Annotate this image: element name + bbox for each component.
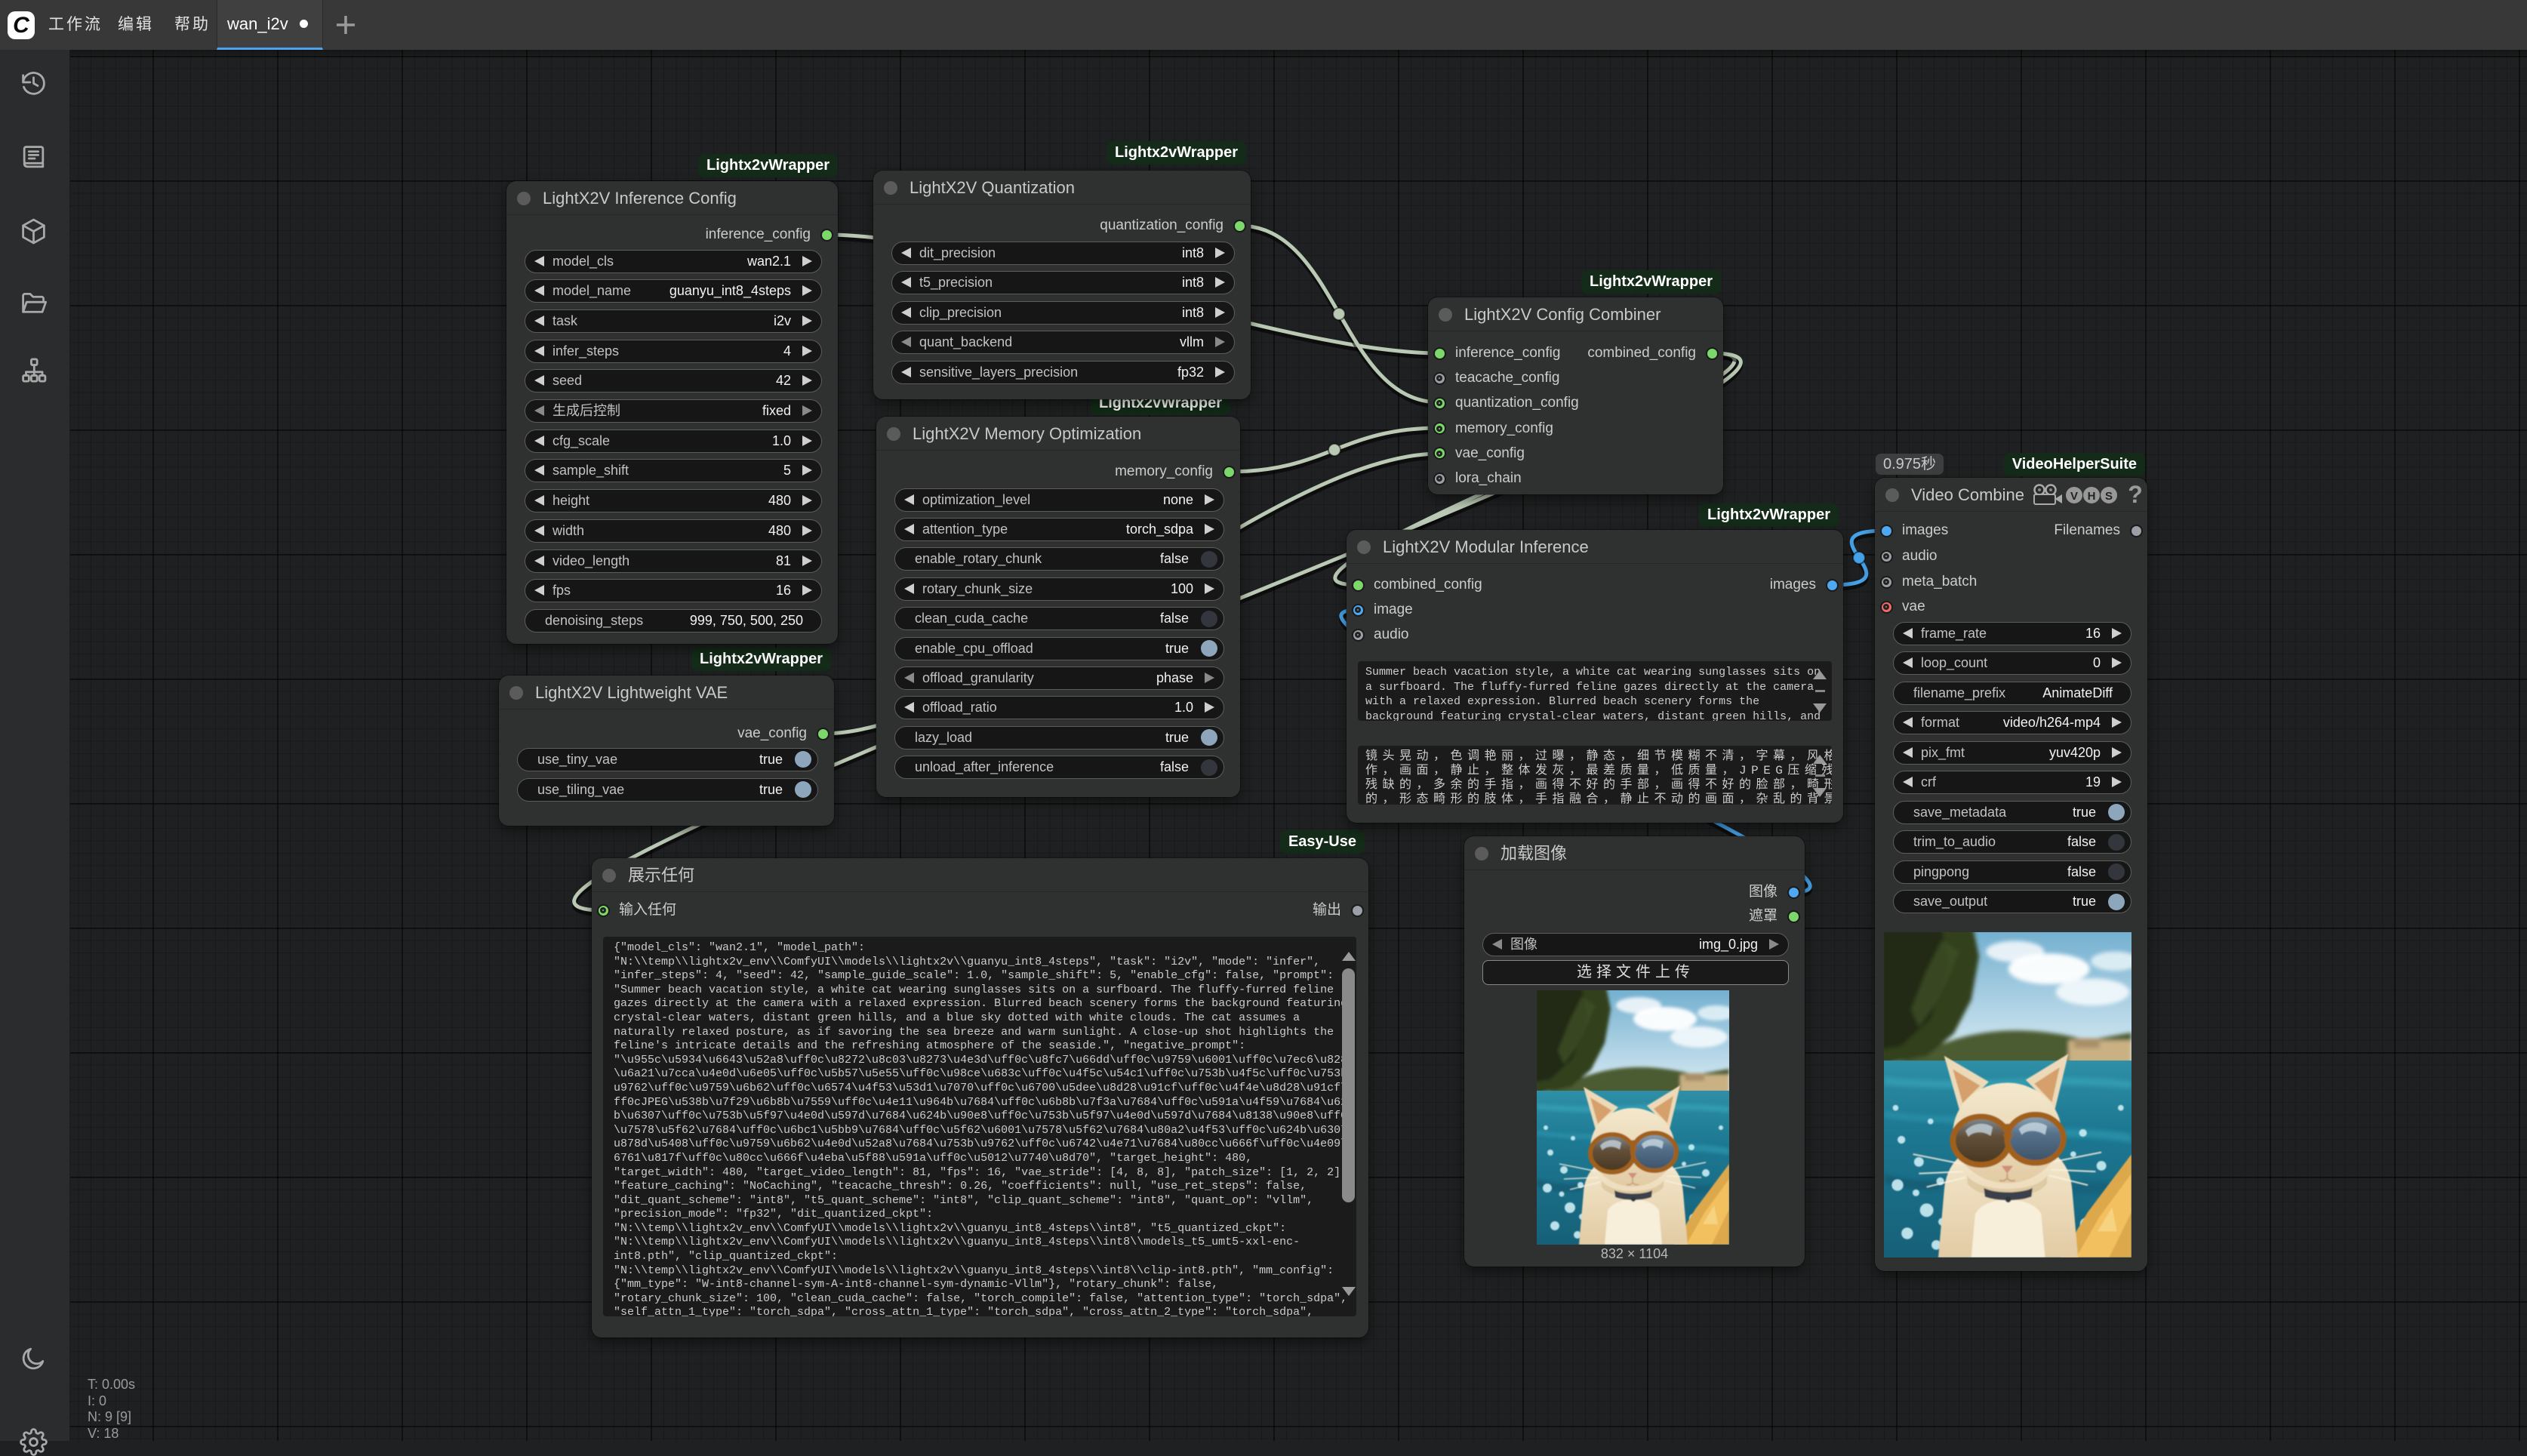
svg-text:H: H bbox=[2088, 490, 2096, 503]
svg-text:C: C bbox=[13, 13, 30, 38]
svg-text:?: ? bbox=[2128, 484, 2143, 506]
svg-text:V: V bbox=[2070, 490, 2078, 503]
svg-text:S: S bbox=[2105, 490, 2113, 503]
